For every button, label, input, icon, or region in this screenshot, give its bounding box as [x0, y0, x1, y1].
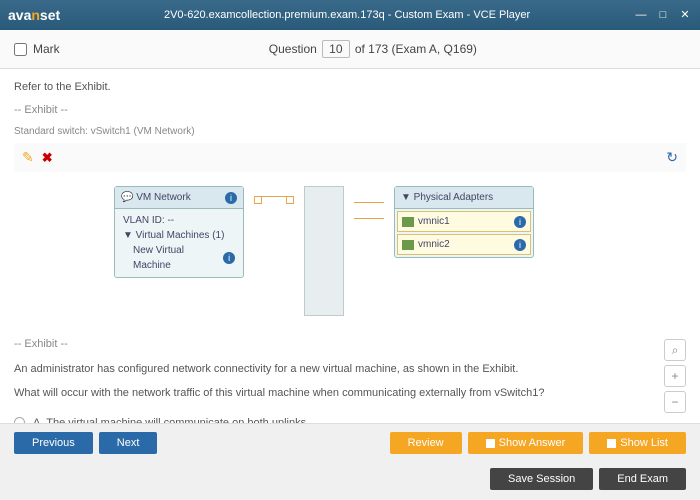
network-diagram: 💬 VM Network i VLAN ID: -- ▼ Virtual Mac… [14, 172, 686, 330]
delete-icon[interactable]: ✖ [42, 148, 53, 168]
nav-bar: Previous Next Review Show Answer Show Li… [0, 423, 700, 462]
show-answer-label: Show Answer [499, 437, 566, 449]
bottom-bar: Save Session End Exam [0, 462, 700, 500]
refresh-icon[interactable]: ↻ [666, 147, 678, 168]
answer-option[interactable]: A. The virtual machine will communicate … [14, 412, 686, 424]
logo-pre: ava [8, 7, 31, 23]
nic-icon [402, 240, 414, 250]
titlebar: avanset 2V0-620.examcollection.premium.e… [0, 0, 700, 30]
window-title: 2V0-620.examcollection.premium.exam.173q… [60, 9, 634, 21]
vm-network-body: VLAN ID: -- ▼ Virtual Machines (1) New V… [115, 209, 243, 277]
vlan-id: VLAN ID: -- [123, 213, 235, 228]
minimize-icon[interactable]: — [634, 8, 648, 22]
logo-post: set [40, 7, 60, 23]
save-session-button[interactable]: Save Session [490, 468, 593, 490]
question-number[interactable]: 10 [322, 40, 349, 58]
nic-name: vmnic2 [418, 237, 450, 252]
content-area: Refer to the Exhibit. -- Exhibit -- Stan… [0, 69, 700, 423]
mark-checkbox[interactable] [14, 43, 27, 56]
info-icon[interactable]: i [514, 239, 526, 251]
show-list-button[interactable]: Show List [589, 432, 686, 454]
zoom-controls: ⌕ + − [664, 339, 686, 413]
exhibit-close-label: -- Exhibit -- [14, 336, 686, 353]
question-line2: What will occur with the network traffic… [14, 385, 686, 402]
exhibit-open-label: -- Exhibit -- [14, 102, 686, 119]
info-icon[interactable]: i [514, 216, 526, 228]
previous-button[interactable]: Previous [14, 432, 93, 454]
vm-count: ▼ Virtual Machines (1) [123, 228, 235, 243]
refer-text: Refer to the Exhibit. [14, 79, 686, 96]
zoom-out-button[interactable]: − [664, 391, 686, 413]
question-label: Question [269, 42, 317, 56]
mark-label: Mark [33, 42, 60, 56]
question-header: Mark Question 10 of 173 (Exam A, Q169) [0, 30, 700, 69]
logo-n: n [31, 7, 40, 23]
radio-icon[interactable] [14, 417, 25, 423]
question-line1: An administrator has configured network … [14, 361, 686, 378]
edit-icon[interactable]: ✎ [22, 147, 34, 168]
end-exam-button[interactable]: End Exam [599, 468, 686, 490]
review-button[interactable]: Review [390, 432, 462, 454]
answer-text: A. The virtual machine will communicate … [33, 415, 306, 424]
connector-right [354, 186, 384, 316]
show-answer-button[interactable]: Show Answer [468, 432, 584, 454]
next-button[interactable]: Next [99, 432, 158, 454]
vswitch-box [304, 186, 344, 316]
nic-row: vmnic1 i [397, 211, 531, 232]
vm-network-panel: 💬 VM Network i VLAN ID: -- ▼ Virtual Mac… [114, 186, 244, 278]
nic-icon [402, 217, 414, 227]
info-icon[interactable]: i [223, 252, 235, 264]
app-window: avanset 2V0-620.examcollection.premium.e… [0, 0, 700, 500]
show-list-label: Show List [620, 437, 668, 449]
question-counter: Question 10 of 173 (Exam A, Q169) [60, 40, 686, 58]
connector-left [254, 186, 294, 316]
nic-name: vmnic1 [418, 214, 450, 229]
zoom-in-button[interactable]: + [664, 365, 686, 387]
nic-row: vmnic2 i [397, 234, 531, 255]
vm-name: New Virtual Machine [133, 243, 223, 273]
close-icon[interactable]: ✕ [678, 8, 692, 22]
maximize-icon[interactable]: □ [656, 8, 670, 22]
vm-network-title: VM Network [136, 190, 190, 205]
answers-list: A. The virtual machine will communicate … [14, 412, 686, 424]
question-of: of 173 (Exam A, Q169) [355, 42, 477, 56]
info-icon[interactable]: i [225, 192, 237, 204]
physical-adapters-title: ▼ Physical Adapters [401, 190, 493, 205]
physical-adapters-panel: ▼ Physical Adapters vmnic1 i vmnic2 i [394, 186, 534, 258]
exhibit-toolbar: ✎ ✖ ↻ [14, 143, 686, 172]
zoom-reset-button[interactable]: ⌕ [664, 339, 686, 361]
switch-label: Standard switch: vSwitch1 (VM Network) [14, 124, 686, 139]
physical-adapters-header: ▼ Physical Adapters [395, 187, 533, 209]
logo: avanset [8, 7, 60, 23]
vm-network-header: 💬 VM Network i [115, 187, 243, 209]
window-controls: — □ ✕ [634, 8, 692, 22]
